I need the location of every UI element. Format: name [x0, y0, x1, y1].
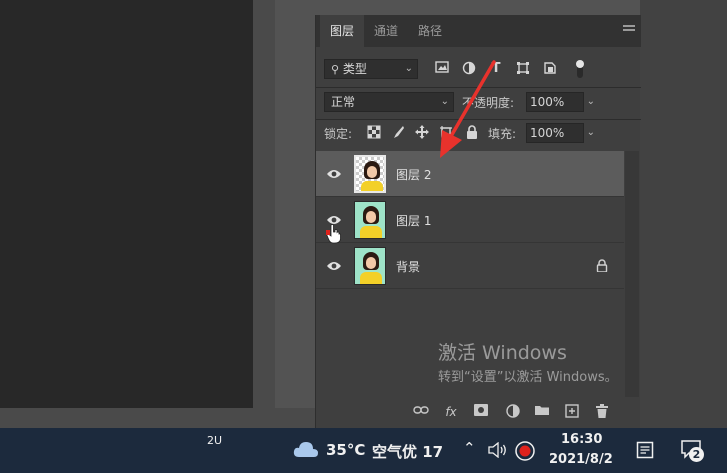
layer-thumbnail [354, 201, 386, 239]
eye-icon[interactable] [326, 168, 342, 180]
tab-channels[interactable]: 通道 [364, 15, 408, 47]
clock-date[interactable]: 2021/8/2 [549, 452, 613, 467]
activate-windows-subtitle: 转到“设置”以激活 Windows。 [438, 370, 618, 385]
blend-mode-value: 正常 [331, 95, 356, 109]
chevron-down-icon: ⌄ [404, 63, 413, 74]
filter-smart-object-icon[interactable] [542, 61, 558, 77]
eye-icon[interactable] [326, 260, 342, 272]
new-layer-icon[interactable] [564, 404, 580, 420]
hand-pointer-cursor-icon [326, 224, 341, 244]
add-mask-icon[interactable] [473, 404, 489, 420]
notification-center-button[interactable]: 2 [680, 439, 704, 463]
filter-toggle-switch[interactable] [572, 59, 588, 78]
chevron-down-icon: ⌄ [586, 127, 595, 138]
layer-thumbnail [354, 155, 386, 193]
panel-tabbar: 图层 通道 路径 [316, 15, 641, 47]
layer-row-background[interactable]: 背景 [316, 243, 624, 289]
clock-time[interactable]: 16:30 [561, 432, 602, 447]
opacity-field[interactable]: 100% ⌄ [526, 92, 595, 112]
new-adjustment-layer-icon[interactable] [505, 404, 521, 420]
filter-shape-icon[interactable] [515, 61, 531, 77]
lock-image-pixels-icon[interactable] [390, 125, 406, 141]
speaker-volume-icon[interactable] [488, 442, 508, 458]
lock-label: 锁定: [324, 127, 353, 141]
lock-position-icon[interactable] [414, 125, 430, 141]
delete-layer-icon[interactable] [594, 404, 610, 420]
layers-scrollbar[interactable] [625, 151, 639, 397]
screen-record-icon[interactable] [515, 441, 535, 461]
layer-filter-dropdown[interactable]: ⚲ 类型 ⌄ [324, 59, 418, 79]
red-annotation-arrow-icon [440, 60, 496, 158]
cloud-icon[interactable] [293, 440, 319, 458]
layer-row-layer-1[interactable]: 图层 1 [316, 197, 624, 243]
filter-kind-label: 类型 [342, 62, 367, 76]
right-toolbar-strip [640, 0, 727, 428]
layer-name: 背景 [396, 260, 421, 274]
opacity-value: 100% [530, 95, 565, 109]
layer-style-icon[interactable]: fx [443, 404, 459, 420]
windows-taskbar: 2U 35°C 空气优 17 ⌃ 16:30 2021/8/2 2 [0, 428, 727, 473]
layer-name: 图层 1 [396, 214, 432, 228]
layer-name: 图层 2 [396, 168, 432, 182]
action-center-notes-icon[interactable] [636, 441, 654, 459]
panel-menu-icon[interactable] [623, 25, 635, 35]
panel-footer: fx [316, 399, 641, 425]
lock-transparent-pixels-icon[interactable] [366, 125, 382, 141]
tab-layers[interactable]: 图层 [320, 15, 364, 47]
activate-windows-title: 激活 Windows [438, 342, 567, 364]
fill-value: 100% [530, 126, 565, 140]
workspace-gap [275, 0, 315, 408]
document-canvas[interactable] [0, 0, 253, 408]
air-quality[interactable]: 空气优 17 [372, 441, 443, 462]
new-group-folder-icon[interactable] [534, 404, 550, 420]
lock-icon [596, 259, 608, 273]
show-hidden-icons-chevron-up-icon[interactable]: ⌃ [463, 439, 476, 457]
search-icon: ⚲ [331, 63, 340, 76]
fill-field[interactable]: 100% ⌄ [526, 123, 595, 143]
link-layers-icon[interactable] [413, 404, 429, 420]
layer-thumbnail [354, 247, 386, 285]
notification-count-badge: 2 [689, 447, 704, 462]
layer-list: 图层 2 图层 1 背景 [316, 151, 624, 289]
taskbar-item-label[interactable]: 2U [207, 434, 222, 447]
chevron-down-icon: ⌄ [586, 96, 595, 107]
tab-paths[interactable]: 路径 [408, 15, 452, 47]
weather-temperature[interactable]: 35°C [326, 441, 365, 459]
canvas-edge [253, 0, 275, 408]
